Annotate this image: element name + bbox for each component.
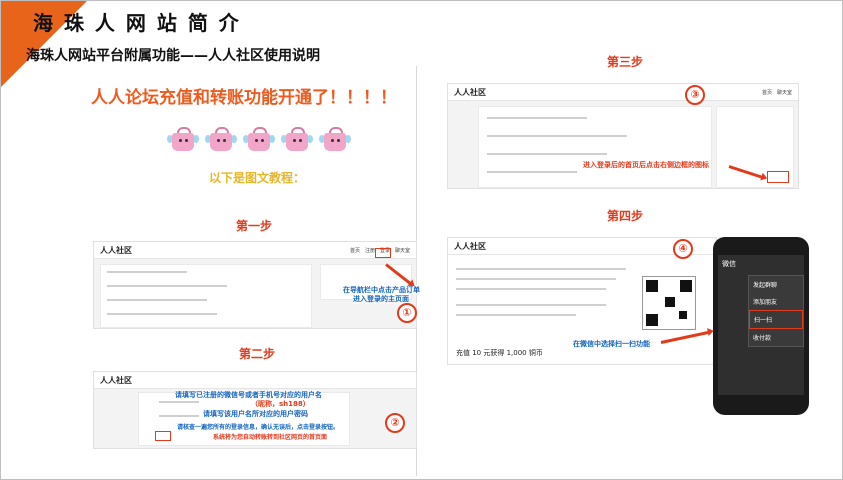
- step-4-note: 在微信中选择扫一扫功能: [573, 339, 650, 349]
- sticker-icon: [243, 125, 275, 153]
- step-4-label: 第四步: [607, 209, 644, 223]
- menu-group-chat[interactable]: 发起群聊: [749, 276, 803, 293]
- wechat-title: 微信: [722, 260, 736, 268]
- login-button-highlight[interactable]: [155, 431, 171, 441]
- sticker-icon: [167, 125, 199, 153]
- step-1-label: 第一步: [236, 219, 273, 233]
- step-2-note-3: 请填写该用户名所对应的用户密码: [203, 409, 308, 419]
- login-logo: 人人社区: [100, 376, 132, 385]
- sticker-icon: [281, 125, 313, 153]
- slide-title: 海 珠 人 网 站 简 介: [33, 11, 241, 35]
- menu-scan[interactable]: 扫一扫: [749, 310, 803, 329]
- qr-code: [642, 276, 696, 330]
- step-2-note-2: （昵称，sh188）: [251, 399, 310, 409]
- nav-chat[interactable]: 聊天室: [777, 89, 792, 96]
- tutorial-label: 以下是图文教程：: [209, 171, 306, 185]
- step-2-note-4: 请核查一遍您所有的登录信息，确认无误后，点击登录按钮。: [177, 422, 340, 431]
- step-1-circle: ①: [397, 303, 417, 323]
- recharge-balance: 充值 10 元获得 1,000 铜币: [456, 349, 543, 357]
- home-feed: [478, 106, 712, 188]
- phone-mockup: 微信 发起群聊 添加朋友 扫一扫 收付款: [713, 237, 809, 415]
- step-3-note: 进入登录后的首页后点击右侧边框的图标: [583, 160, 709, 170]
- sticker-icon: [319, 125, 351, 153]
- step-3-circle: ③: [685, 85, 705, 105]
- nav-chat[interactable]: 聊天室: [395, 247, 410, 254]
- nav-register[interactable]: 注册: [365, 247, 375, 254]
- headline: 人人论坛充值和转账功能开通了！！！！: [91, 88, 397, 108]
- slide-subtitle: 海珠人网站平台附属功能——人人社区使用说明: [26, 48, 320, 64]
- wechat-menu: 发起群聊 添加朋友 扫一扫 收付款: [748, 275, 804, 347]
- highlight-box: [375, 248, 391, 258]
- slide: 海 珠 人 网 站 简 介 海珠人网站平台附属功能——人人社区使用说明 人人论坛…: [0, 0, 843, 480]
- step-2-label: 第二步: [239, 347, 276, 361]
- user-icon-highlight[interactable]: [767, 171, 789, 183]
- home-header: 人人社区 首页 聊天室: [448, 84, 798, 101]
- sticker-row: [167, 125, 351, 153]
- step-4-circle: ④: [673, 239, 693, 259]
- step-1-note-2: 进入登录的主页面: [353, 294, 409, 304]
- menu-pay[interactable]: 收付款: [749, 329, 803, 346]
- home-logo: 人人社区: [454, 88, 486, 97]
- step-2-circle: ②: [385, 413, 405, 433]
- sticker-icon: [205, 125, 237, 153]
- home-nav: 首页 聊天室: [762, 89, 792, 96]
- post-list: [100, 264, 312, 328]
- wechat-screen: 微信 发起群聊 添加朋友 扫一扫 收付款: [718, 255, 804, 395]
- step-3-label: 第三步: [607, 55, 644, 69]
- forum-header: 人人社区 首页 注册 登录 聊天室: [94, 242, 416, 259]
- wallet-logo: 人人社区: [454, 242, 486, 251]
- menu-add-friend[interactable]: 添加朋友: [749, 293, 803, 310]
- forum-logo: 人人社区: [100, 246, 132, 255]
- nav-home[interactable]: 首页: [350, 247, 360, 254]
- nav-home[interactable]: 首页: [762, 89, 772, 96]
- login-header: 人人社区: [94, 372, 416, 389]
- step-2-note-5: 系统将为您自动转账转到社区网页的首页面: [213, 432, 328, 441]
